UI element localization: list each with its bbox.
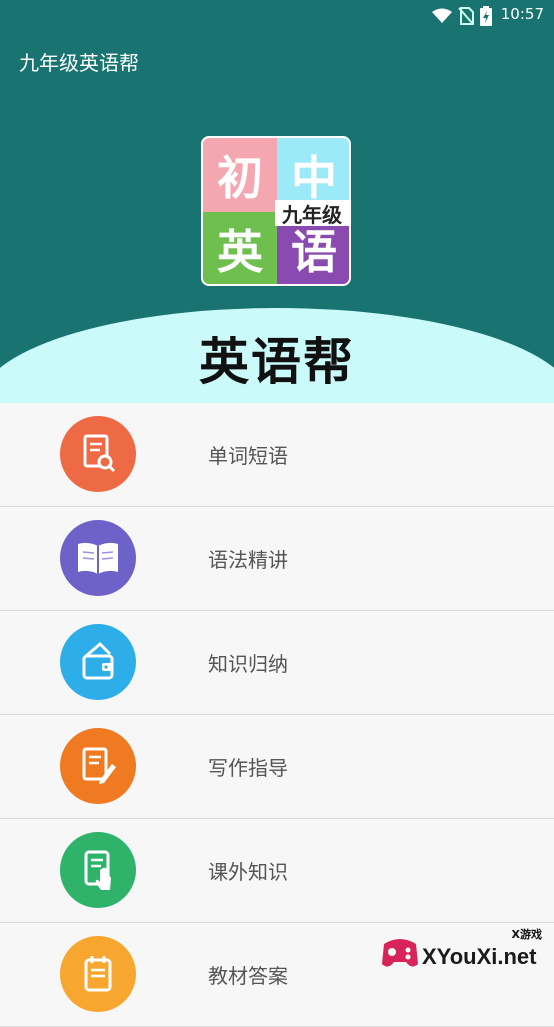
gamepad-logo-icon xyxy=(382,939,418,967)
menu-item-extra[interactable]: 课外知识 xyxy=(0,819,554,923)
menu-label: 课外知识 xyxy=(208,860,288,884)
menu-label: 单词短语 xyxy=(208,444,288,468)
watermark-text: XYouXi.net xyxy=(422,944,537,969)
app-title: 九年级英语帮 xyxy=(19,51,139,75)
hero-banner: 初 中 英 语 九年级 英语帮 xyxy=(0,92,554,403)
menu-label: 写作指导 xyxy=(208,756,288,780)
app-bar: 九年级英语帮 xyxy=(0,30,554,92)
watermark-small-text: X游戏 xyxy=(511,928,542,941)
logo-char-1: 初 xyxy=(203,138,277,212)
logo-grade: 九年级 xyxy=(275,200,349,227)
status-time: 10:57 xyxy=(500,5,544,23)
menu-label: 知识归纳 xyxy=(208,652,288,676)
notepad-icon xyxy=(60,936,136,1012)
menu-item-words[interactable]: 单词短语 xyxy=(0,403,554,507)
document-search-icon xyxy=(60,416,136,492)
no-sim-icon xyxy=(458,7,474,25)
menu-label: 语法精讲 xyxy=(208,548,288,572)
wallet-icon xyxy=(60,624,136,700)
menu-label: 教材答案 xyxy=(208,964,288,988)
book-icon xyxy=(60,520,136,596)
brand-title: 英语帮 xyxy=(199,333,355,391)
document-pen-icon xyxy=(60,728,136,804)
status-icons xyxy=(432,6,492,26)
watermark: X游戏 XYouXi.net xyxy=(378,926,548,976)
battery-icon xyxy=(480,6,492,26)
app-logo: 初 中 英 语 九年级 xyxy=(201,136,351,286)
menu-item-knowledge[interactable]: 知识归纳 xyxy=(0,611,554,715)
menu-item-grammar[interactable]: 语法精讲 xyxy=(0,507,554,611)
tablet-hand-icon xyxy=(60,832,136,908)
wifi-icon xyxy=(432,8,452,23)
status-bar: 10:57 xyxy=(0,0,554,30)
logo-char-3: 英 xyxy=(203,212,277,284)
menu-item-writing[interactable]: 写作指导 xyxy=(0,715,554,819)
